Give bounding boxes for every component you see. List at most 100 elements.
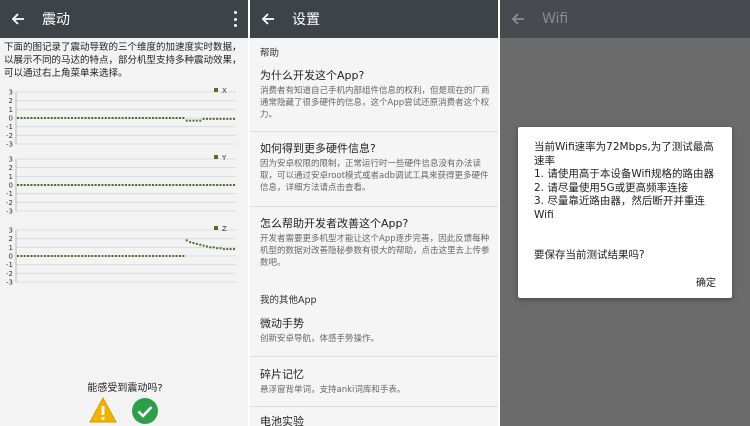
data-point <box>20 255 23 257</box>
data-point <box>128 255 131 257</box>
y-tick-label: 1 <box>9 173 13 181</box>
data-point <box>199 243 202 246</box>
data-point <box>206 184 208 186</box>
data-point <box>71 255 73 257</box>
item-desc: 消费者有知道自己手机内部组件信息的权利，但是现在的厂商通常隐藏了很多硬件的信息，… <box>260 86 490 120</box>
section-other-apps: 我的其他App <box>260 295 317 306</box>
data-point <box>202 244 205 247</box>
chart-y: 3 2 1 0 -1 -2 -3 Y <box>0 154 250 217</box>
y-tick-label: -1 <box>6 123 13 131</box>
chart-z: 3 2 1 0 -1 -2 -3 Z <box>0 225 250 288</box>
data-point <box>131 117 134 119</box>
data-point <box>60 117 63 119</box>
data-point <box>81 255 84 257</box>
data-point <box>37 184 40 186</box>
data-point <box>206 117 208 120</box>
data-point <box>195 184 198 186</box>
data-point <box>212 117 215 120</box>
data-point <box>33 117 36 119</box>
data-point <box>162 184 165 186</box>
confirm-button[interactable]: 确定 <box>696 274 716 289</box>
data-point <box>57 117 60 119</box>
data-point <box>47 255 50 257</box>
data-point <box>44 184 46 186</box>
data-point <box>148 184 151 186</box>
data-point <box>108 184 111 186</box>
app-bar: Wifi <box>500 0 750 38</box>
data-point <box>23 184 26 186</box>
back-arrow-icon[interactable] <box>508 9 528 29</box>
section-help: 帮助 <box>260 48 280 59</box>
data-point <box>216 117 219 120</box>
data-point <box>216 247 219 250</box>
settings-panel: 设置 帮助 为什么开发这个App? 消费者有知道自己手机内部组件信息的权利，但是… <box>250 0 500 426</box>
data-point <box>209 117 212 120</box>
dialog-line: 当前Wifi速率为72Mbps,为了测试最高速率 <box>534 141 714 167</box>
y-tick-label: 0 <box>9 182 13 190</box>
data-point <box>111 117 114 119</box>
data-point <box>189 184 192 186</box>
more-menu-icon[interactable] <box>234 11 238 27</box>
warning-icon[interactable] <box>88 396 118 424</box>
data-point <box>222 184 225 186</box>
back-arrow-icon[interactable] <box>8 9 28 29</box>
data-point <box>131 255 134 257</box>
data-point <box>199 119 202 122</box>
settings-item-more-info[interactable]: 如何得到更多硬件信息? 因为安卓权限的限制，正常运行时一些硬件信息没有办法读取，… <box>250 141 500 194</box>
data-point <box>87 255 90 257</box>
dialog-question: 要保存当前测试结果吗? <box>534 249 645 261</box>
data-point <box>67 255 70 257</box>
data-point <box>87 184 90 186</box>
other-app-battery[interactable]: 电池实验 <box>250 414 500 426</box>
y-tick-label: 3 <box>9 227 13 235</box>
data-point <box>168 184 171 186</box>
data-point <box>233 117 235 120</box>
data-point <box>165 184 168 186</box>
data-point <box>57 255 60 257</box>
y-tick-label: 0 <box>9 115 13 123</box>
data-point <box>209 184 212 186</box>
data-point <box>219 117 222 120</box>
settings-item-why[interactable]: 为什么开发这个App? 消费者有知道自己手机内部组件信息的权利，但是现在的厂商通… <box>250 68 500 121</box>
data-point <box>81 184 84 186</box>
data-point <box>222 117 225 120</box>
data-point <box>219 247 222 250</box>
other-app-memory[interactable]: 碎片记忆 悬浮窗背单词，支持anki词库和手表。 <box>250 367 500 396</box>
legend-swatch <box>214 226 218 230</box>
data-point <box>135 117 138 119</box>
data-point <box>172 184 175 186</box>
data-point <box>182 255 185 257</box>
settings-item-help-dev[interactable]: 怎么帮助开发者改善这个App? 开发者需要更多机型才能让这个App逐步完善，因此… <box>250 216 500 269</box>
data-point <box>152 117 154 119</box>
back-arrow-icon[interactable] <box>258 9 278 29</box>
app-bar: 设置 <box>250 0 500 38</box>
check-icon[interactable] <box>131 397 159 425</box>
data-point <box>57 184 60 186</box>
data-point <box>81 117 84 119</box>
y-tick-label: -3 <box>6 141 13 149</box>
data-point <box>118 255 121 257</box>
other-app-gesture[interactable]: 微动手势 创新安卓导航，体感手势操作。 <box>250 316 500 345</box>
data-point <box>148 117 151 119</box>
app-bar: 震动 <box>0 0 250 38</box>
data-point <box>118 184 121 186</box>
data-point <box>118 117 121 119</box>
data-point <box>219 184 222 186</box>
data-point <box>98 117 100 119</box>
data-point <box>77 184 80 186</box>
data-point <box>27 255 30 257</box>
data-point <box>44 117 46 119</box>
save-result-dialog: 当前Wifi速率为72Mbps,为了测试最高速率 1. 请使用高于本设备Wifi… <box>518 127 732 298</box>
data-point <box>74 117 77 119</box>
data-point <box>145 255 148 257</box>
data-point <box>77 255 80 257</box>
data-point <box>233 184 235 186</box>
data-point <box>172 117 175 119</box>
y-tick-label: 0 <box>9 253 13 261</box>
item-desc: 开发者需要更多机型才能让这个App逐步完善，因此反馈每种机型的数据对改善隐秘参数… <box>260 234 490 268</box>
data-point <box>148 255 151 257</box>
data-point <box>128 184 131 186</box>
data-point <box>192 242 195 244</box>
data-point <box>165 255 168 257</box>
data-point <box>40 184 43 186</box>
